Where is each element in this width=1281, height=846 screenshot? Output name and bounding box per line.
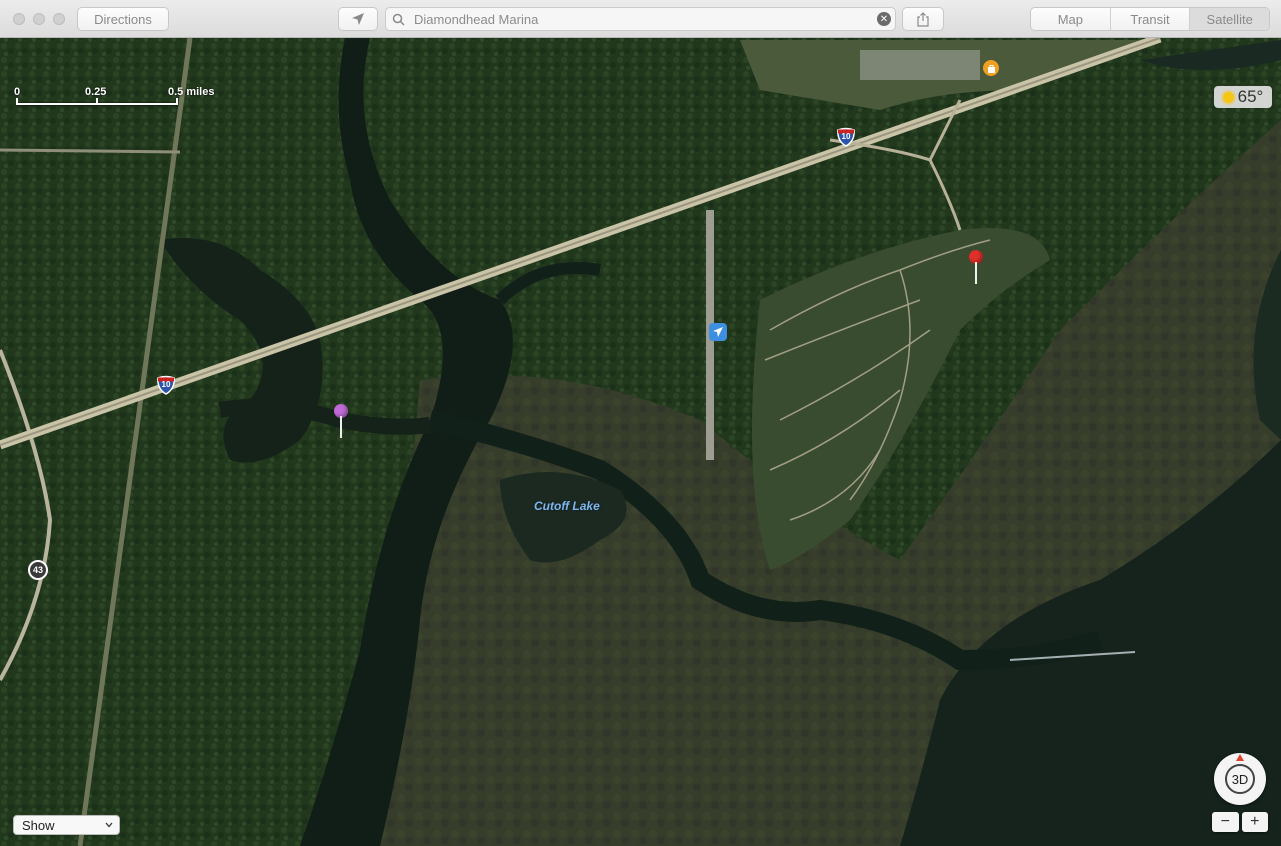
- zoom-window-button[interactable]: [53, 13, 65, 25]
- shopping-bag-icon[interactable]: [983, 60, 999, 76]
- north-indicator-icon: [1236, 754, 1244, 761]
- scale-label-mid: 0.25: [85, 86, 107, 98]
- compass-3d-label: 3D: [1225, 764, 1255, 794]
- zoom-out-button[interactable]: −: [1212, 812, 1239, 832]
- zoom-controls: − +: [1212, 812, 1268, 832]
- magnifier-icon: [392, 13, 410, 26]
- search-input[interactable]: [410, 11, 877, 27]
- share-icon: [917, 11, 929, 27]
- shield-number: 10: [841, 132, 851, 141]
- chevron-down-icon: [105, 822, 113, 828]
- tab-transit[interactable]: Transit: [1111, 8, 1191, 30]
- show-dropdown[interactable]: Show: [13, 815, 120, 835]
- minimize-window-button[interactable]: [33, 13, 45, 25]
- scale-label-start: 0: [14, 86, 21, 98]
- directions-button[interactable]: Directions: [77, 7, 169, 31]
- purple-map-pin[interactable]: [334, 404, 348, 440]
- zoom-in-button[interactable]: +: [1241, 812, 1268, 832]
- sun-icon: [1222, 91, 1234, 103]
- state-route-43-shield[interactable]: 43: [28, 560, 48, 580]
- current-location-button[interactable]: [338, 7, 378, 31]
- scale-tick: [96, 98, 98, 105]
- scale-label-end: 0.5 miles: [168, 86, 215, 98]
- red-map-pin[interactable]: [969, 250, 983, 286]
- pin-stem: [340, 416, 342, 438]
- satellite-map-view[interactable]: 0 0.25 0.5 miles 65° 10 10 43 Cutoff Lak…: [0, 38, 1281, 846]
- scale-bar: 0 0.25 0.5 miles: [14, 86, 214, 110]
- pin-stem: [975, 262, 977, 284]
- interstate-10-shield-upper[interactable]: 10: [836, 127, 856, 147]
- temperature-label: 65°: [1237, 87, 1264, 106]
- tab-satellite[interactable]: Satellite: [1190, 8, 1269, 30]
- shield-number: 10: [161, 380, 171, 389]
- weather-badge[interactable]: 65°: [1214, 86, 1272, 108]
- share-button[interactable]: [902, 7, 944, 31]
- scale-tick: [16, 98, 18, 105]
- lake-label[interactable]: Cutoff Lake: [534, 499, 600, 513]
- clear-circle-icon[interactable]: ✕: [877, 12, 891, 26]
- satellite-imagery: [0, 38, 1281, 846]
- compass-3d-button[interactable]: 3D: [1214, 753, 1266, 805]
- map-mode-segmented-control: Map Transit Satellite: [1030, 7, 1270, 31]
- show-dropdown-label: Show: [22, 817, 55, 833]
- location-arrow-icon: [352, 13, 364, 25]
- window-toolbar: Directions ✕ Map Transit Satellite: [0, 0, 1281, 38]
- scale-tick: [176, 98, 178, 105]
- search-field[interactable]: ✕: [385, 7, 896, 31]
- interstate-10-shield-lower[interactable]: 10: [156, 375, 176, 395]
- close-window-button[interactable]: [13, 13, 25, 25]
- airplane-icon[interactable]: [709, 323, 727, 341]
- tab-map[interactable]: Map: [1031, 8, 1111, 30]
